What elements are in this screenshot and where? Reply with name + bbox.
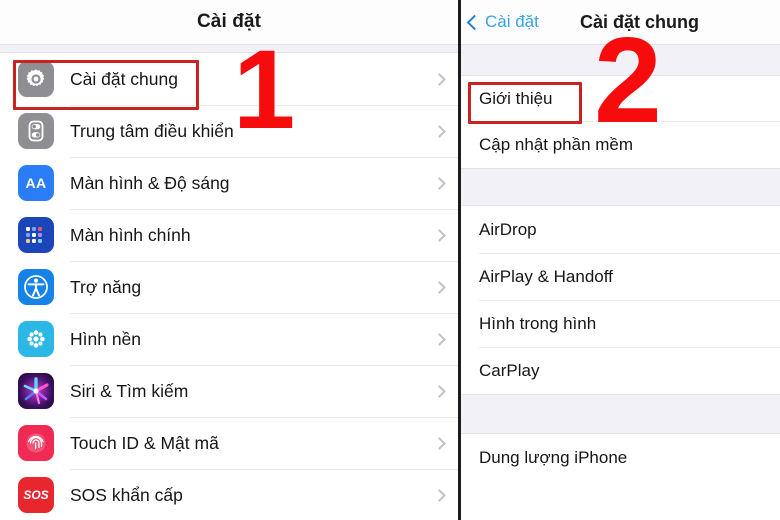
tutorial-screenshot: Cài đặt Cài đặt chung Trung tâm điều khi… — [0, 0, 780, 520]
list-item-software-update[interactable]: Cập nhật phần mềm — [461, 121, 780, 168]
sidebar-item-siri-search[interactable]: Siri & Tìm kiếm — [0, 365, 458, 417]
list-item-picture-in-picture[interactable]: Hình trong hình — [461, 300, 780, 347]
list-item-label: Giới thiệu — [479, 88, 553, 108]
right-list-top-gap — [461, 44, 780, 76]
sidebar-item-label: SOS khẩn cấp — [70, 484, 183, 505]
list-item-label: Hình trong hình — [479, 313, 597, 333]
sidebar-item-label: Touch ID & Mật mã — [70, 432, 219, 453]
list-item-label: CarPlay — [479, 360, 540, 380]
sidebar-item-home-screen[interactable]: Màn hình chính — [0, 209, 458, 261]
chevron-right-icon — [433, 488, 446, 502]
control-center-icon — [18, 113, 54, 149]
sidebar-item-label: Cài đặt chung — [70, 68, 178, 89]
section-gap-2 — [461, 394, 780, 434]
settings-panel-left: Cài đặt Cài đặt chung Trung tâm điều khi… — [0, 0, 458, 520]
sidebar-item-emergency-sos[interactable]: SOS SOS khẩn cấp — [0, 469, 458, 520]
home-screen-icon — [18, 217, 54, 253]
sidebar-item-display-brightness[interactable]: AA Màn hình & Độ sáng — [0, 157, 458, 209]
settings-panel-right: Cài đặt Cài đặt chung Giới thiệu Cập nhậ… — [461, 0, 780, 520]
page-title: Cài đặt — [196, 11, 262, 32]
chevron-right-icon — [433, 280, 446, 294]
chevron-right-icon — [433, 332, 446, 346]
aa-glyph: AA — [25, 175, 47, 191]
wallpaper-icon — [18, 321, 54, 357]
sidebar-item-label: Trung tâm điều khiển — [70, 120, 234, 141]
left-list-top-gap — [0, 44, 458, 53]
list-item-label: Cập nhật phần mềm — [479, 134, 634, 154]
sidebar-item-accessibility[interactable]: Trợ năng — [0, 261, 458, 313]
right-navbar: Cài đặt Cài đặt chung — [461, 0, 780, 44]
chevron-right-icon — [433, 72, 446, 86]
list-item-airplay-handoff[interactable]: AirPlay & Handoff — [461, 253, 780, 300]
sidebar-item-general[interactable]: Cài đặt chung — [0, 53, 458, 105]
sidebar-item-control-center[interactable]: Trung tâm điều khiển — [0, 105, 458, 157]
chevron-right-icon — [433, 228, 446, 242]
accessibility-icon — [18, 269, 54, 305]
list-item-carplay[interactable]: CarPlay — [461, 347, 780, 394]
chevron-right-icon — [433, 384, 446, 398]
sidebar-item-wallpaper[interactable]: Hình nền — [0, 313, 458, 365]
sos-glyph: SOS — [23, 488, 49, 502]
back-button[interactable]: Cài đặt — [466, 12, 539, 32]
sidebar-item-label: Trợ năng — [70, 276, 142, 297]
sidebar-item-touch-id[interactable]: Touch ID & Mật mã — [0, 417, 458, 469]
display-brightness-icon: AA — [18, 165, 54, 201]
chevron-left-icon — [466, 14, 483, 30]
chevron-right-icon — [433, 124, 446, 138]
list-item-label: Dung lượng iPhone — [479, 447, 628, 467]
sidebar-item-label: Hình nền — [70, 328, 142, 349]
list-item-iphone-storage[interactable]: Dung lượng iPhone — [461, 434, 780, 481]
list-item-label: AirPlay & Handoff — [479, 266, 613, 286]
section-gap-1 — [461, 168, 780, 206]
list-item-label: AirDrop — [479, 219, 537, 239]
sos-icon: SOS — [18, 477, 54, 513]
left-navbar: Cài đặt — [0, 0, 458, 44]
gear-icon — [18, 61, 54, 97]
touch-id-icon — [18, 425, 54, 461]
siri-icon — [18, 373, 54, 409]
sidebar-item-label: Màn hình chính — [70, 224, 191, 245]
back-button-label: Cài đặt — [485, 12, 539, 31]
sidebar-item-label: Siri & Tìm kiếm — [70, 380, 189, 401]
list-item-about[interactable]: Giới thiệu — [461, 76, 780, 121]
list-item-airdrop[interactable]: AirDrop — [461, 206, 780, 253]
chevron-right-icon — [433, 176, 446, 190]
sidebar-item-label: Màn hình & Độ sáng — [70, 172, 230, 193]
chevron-right-icon — [433, 436, 446, 450]
